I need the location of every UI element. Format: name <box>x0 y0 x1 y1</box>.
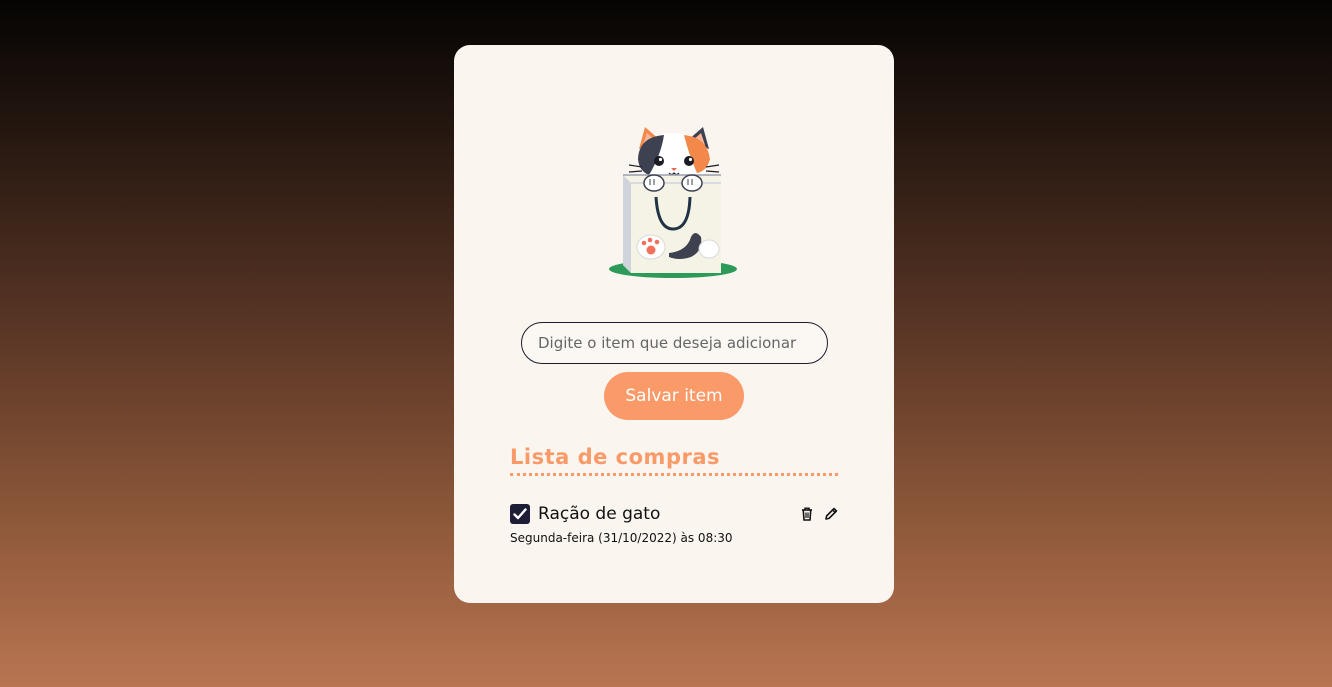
list-item: Ração de gato Segunda-feira (31/10/2022)… <box>510 502 840 550</box>
item-date: Segunda-feira (31/10/2022) às 08:30 <box>510 531 733 545</box>
save-item-button[interactable]: Salvar item <box>604 372 744 420</box>
main-card: Salvar item Lista de compras Ração de ga… <box>454 45 894 603</box>
checkmark-icon <box>513 508 527 520</box>
item-input[interactable] <box>521 322 828 364</box>
item-checkbox[interactable] <box>510 504 530 524</box>
item-name: Ração de gato <box>538 504 661 524</box>
pencil-icon[interactable] <box>822 505 840 523</box>
shopping-list-title: Lista de compras <box>510 445 838 476</box>
trash-icon[interactable] <box>798 505 816 523</box>
cat-shopping-bag-illustration <box>609 127 737 278</box>
